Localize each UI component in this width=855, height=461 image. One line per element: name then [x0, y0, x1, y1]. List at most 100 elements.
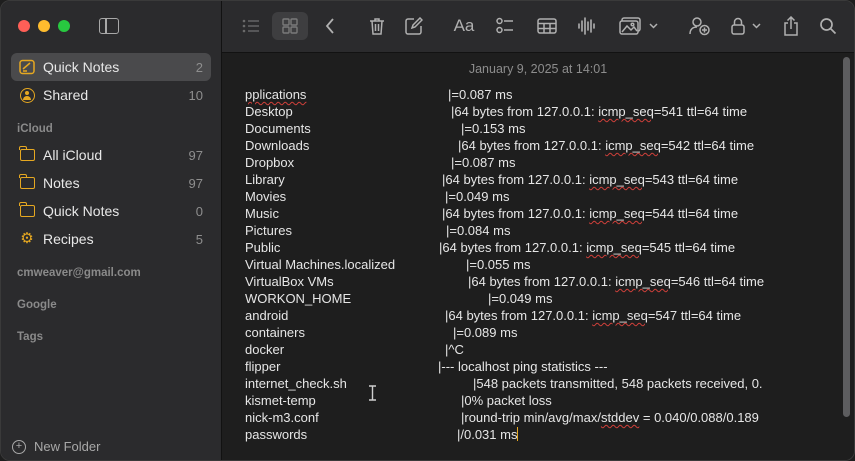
sidebar-item-label: Recipes [43, 231, 94, 247]
note-line-right: |64 bytes from 127.0.0.1: icmp_seq=541 t… [451, 104, 748, 119]
note-line-right: |548 packets transmitted, 548 packets re… [473, 376, 763, 391]
sidebar-item-count: 0 [195, 203, 203, 219]
section-header-icloud[interactable]: iCloud [11, 109, 211, 141]
note-line-left: Virtual Machines.localized [245, 257, 396, 272]
note-line: nick-m3.conf |round-trip min/avg/max/stdd… [245, 409, 759, 426]
note-line: android |64 bytes from 127.0.0.1: icmp_se… [245, 307, 741, 324]
folder-icon [18, 174, 35, 191]
table-icon[interactable] [535, 12, 559, 40]
list-view-icon[interactable] [238, 12, 264, 40]
folder-list: Quick Notes 2 Shared 10 iCloud All iClou… [11, 53, 211, 349]
note-line-right: |round-trip min/avg/max/stddev = 0.040/0… [461, 410, 759, 425]
note-line-right: |=0.049 ms [445, 189, 510, 204]
note-line-left: Pictures [245, 223, 292, 238]
sidebar-item-all-icloud[interactable]: All iCloud 97 [11, 141, 211, 169]
plus-circle-icon: + [12, 439, 26, 454]
minimize-window-button[interactable] [38, 20, 50, 32]
folder-icon [18, 146, 35, 163]
gear-icon: ⚙ [20, 230, 34, 247]
sidebar-item-quick-notes[interactable]: Quick Notes 2 [11, 53, 211, 81]
notes-window: Quick Notes 2 Shared 10 iCloud All iClou… [0, 0, 855, 461]
sidebar-item-label: All iCloud [43, 147, 103, 163]
note-line: Pictures |=0.084 ms [245, 222, 510, 239]
note-line-right: |/0.031 ms [457, 427, 519, 442]
sidebar-item-shared[interactable]: Shared 10 [11, 81, 211, 109]
note-line-left: Library [245, 172, 285, 187]
compose-icon[interactable] [403, 12, 425, 40]
note-line-left: Dropbox [245, 155, 295, 170]
note-line-right: |64 bytes from 127.0.0.1: icmp_seq=545 t… [439, 240, 736, 255]
note-line: Dropbox |=0.087 ms [245, 154, 515, 171]
note-line-left: Music [245, 206, 279, 221]
zoom-window-button[interactable] [58, 20, 70, 32]
note-line: docker |^C [245, 341, 464, 358]
sidebar-item-recipes[interactable]: ⚙ Recipes 5 [11, 225, 211, 253]
note-line-right: |=0.089 ms [453, 325, 518, 340]
format-text-button[interactable]: Aa [451, 12, 477, 40]
quick-notes-icon [19, 59, 35, 75]
note-line: Movies |=0.049 ms [245, 188, 509, 205]
note-line-right: |64 bytes from 127.0.0.1: icmp_seq=543 t… [442, 172, 739, 187]
sidebar-item-notes[interactable]: Notes 97 [11, 169, 211, 197]
note-line-right: |=0.087 ms [448, 87, 513, 102]
checklist-icon[interactable] [494, 12, 516, 40]
lock-icon[interactable] [729, 12, 763, 40]
sidebar-toggle-icon[interactable] [99, 18, 119, 34]
note-line-left: Desktop [245, 104, 293, 119]
note-line-left: android [245, 308, 289, 323]
note-line-left: kismet-temp [245, 393, 316, 408]
sidebar-item-count: 10 [188, 87, 203, 103]
note-line-right: |=0.153 ms [461, 121, 526, 136]
folder-icon [18, 202, 35, 219]
note-line-left: flipper [245, 359, 281, 374]
sidebar-item-label: Notes [43, 175, 80, 191]
sidebar-item-icloud-quick-notes[interactable]: Quick Notes 0 [11, 197, 211, 225]
note-line-left: Documents [245, 121, 311, 136]
note-line-right: |64 bytes from 127.0.0.1: icmp_seq=547 t… [445, 308, 742, 323]
sidebar-item-count: 97 [188, 147, 203, 163]
note-line: Downloads |64 bytes from 127.0.0.1: icmp_… [245, 137, 754, 154]
vertical-scrollbar[interactable] [843, 57, 850, 417]
new-folder-label: New Folder [34, 439, 101, 454]
note-line: passwords |/0.031 ms [245, 426, 519, 443]
note-line-left: internet_check.sh [245, 376, 347, 391]
note-line-left: pplications [245, 87, 307, 102]
note-line-left: VirtualBox VMs [245, 274, 334, 289]
note-line-right: |0% packet loss [461, 393, 552, 408]
note-line-right: |=0.087 ms [451, 155, 516, 170]
media-insert-icon[interactable] [618, 12, 660, 40]
collaborate-icon[interactable] [688, 12, 712, 40]
note-line-left: passwords [245, 427, 308, 442]
note-line-left: Public [245, 240, 281, 255]
sidebar-item-count: 5 [195, 231, 203, 247]
note-line-right: |64 bytes from 127.0.0.1: icmp_seq=542 t… [458, 138, 755, 153]
shared-person-icon [19, 87, 35, 103]
note-line: WORKON_HOME |=0.049 ms [245, 290, 552, 307]
back-chevron-icon[interactable] [320, 12, 340, 40]
note-line-left: docker [245, 342, 285, 357]
note-line-right: |64 bytes from 127.0.0.1: icmp_seq=544 t… [442, 206, 739, 221]
sidebar-item-count: 97 [188, 175, 203, 191]
note-line-left: WORKON_HOME [245, 291, 352, 306]
audio-waveform-icon[interactable] [575, 12, 599, 40]
note-date: January 9, 2025 at 14:01 [468, 62, 608, 76]
section-header-google[interactable]: Google [11, 285, 211, 317]
trash-icon[interactable] [366, 12, 388, 40]
section-header-tags[interactable]: Tags [11, 317, 211, 349]
share-icon[interactable] [780, 12, 802, 40]
sidebar-item-count: 2 [195, 59, 203, 75]
note-line-left: Downloads [245, 138, 310, 153]
close-window-button[interactable] [18, 20, 30, 32]
note-line-right: |=0.055 ms [466, 257, 531, 272]
note-line-left: containers [245, 325, 305, 340]
note-line-right: |--- localhost ping statistics --- [438, 359, 608, 374]
sidebar: Quick Notes 2 Shared 10 iCloud All iClou… [1, 1, 222, 460]
note-editor[interactable]: January 9, 2025 at 14:01 pplications |=0.… [222, 53, 854, 460]
gallery-view-icon[interactable] [272, 12, 308, 40]
new-folder-button[interactable]: + New Folder [12, 439, 100, 454]
sidebar-item-label: Quick Notes [43, 59, 120, 75]
section-header-account[interactable]: cmweaver@gmail.com [11, 253, 211, 285]
note-line: containers |=0.089 ms [245, 324, 517, 341]
text-cursor-icon [369, 385, 376, 401]
search-icon[interactable] [817, 12, 839, 40]
